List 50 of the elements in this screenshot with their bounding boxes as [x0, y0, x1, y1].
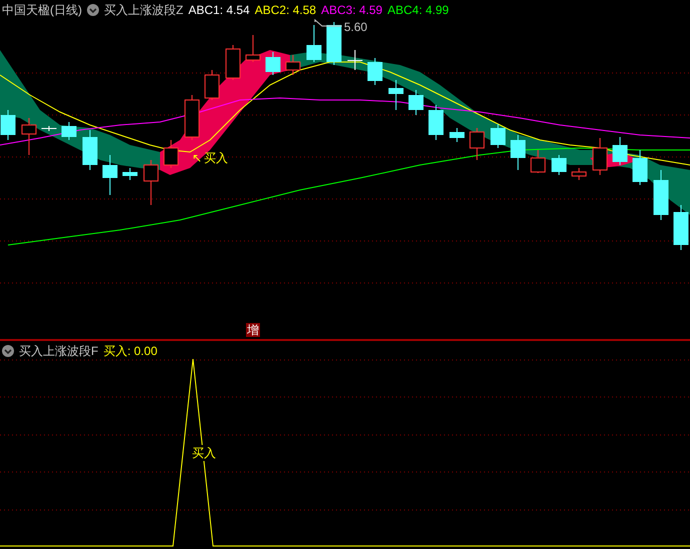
- indicator-value: 买入: 0.00: [103, 343, 158, 359]
- chart-title: 中国天楹(日线): [2, 2, 82, 18]
- candlestick: [428, 104, 444, 140]
- candlestick: [348, 50, 362, 70]
- arrow-icon: ↖: [192, 150, 202, 166]
- candlestick: [632, 150, 648, 186]
- candlestick: [226, 44, 240, 80]
- candlestick: [530, 150, 546, 174]
- indicator-name: 买入上涨波段Z: [104, 2, 184, 18]
- candlestick: [510, 134, 526, 170]
- candlestick: [470, 128, 484, 160]
- candlestick: [306, 24, 322, 62]
- candlestick: [654, 170, 668, 220]
- candlestick: [674, 204, 688, 250]
- indicator-name: 买入上涨波段F: [19, 343, 98, 359]
- signal-badge: 增: [246, 323, 260, 337]
- candlestick: [490, 124, 506, 148]
- candlestick: [82, 130, 98, 170]
- candlestick: [552, 154, 566, 176]
- candlestick: [266, 52, 280, 76]
- candlestick: [22, 118, 36, 156]
- indicator-value: ABC3: 4.59: [321, 2, 382, 18]
- candlestick: [612, 136, 628, 166]
- candlestick: [592, 138, 608, 176]
- candlestick: [572, 168, 586, 180]
- collapse-icon[interactable]: [2, 345, 14, 357]
- candlestick: [102, 154, 118, 196]
- candlestick: [122, 168, 138, 180]
- candlestick: [204, 70, 220, 100]
- candlestick: [144, 160, 158, 206]
- candlestick: [42, 126, 56, 132]
- candlestick: [164, 140, 178, 168]
- candlestick: [388, 80, 404, 110]
- indicator-value: ABC1: 4.54: [188, 2, 250, 18]
- candlestick: [326, 22, 342, 66]
- collapse-icon[interactable]: [87, 4, 99, 16]
- candlestick: [0, 110, 16, 140]
- indicator-value: ABC2: 4.58: [254, 2, 316, 18]
- price-label: 5.60: [344, 19, 368, 35]
- candlestick: [286, 54, 300, 76]
- candlestick: [450, 128, 464, 142]
- indicator-value: ABC4: 4.99: [387, 2, 449, 18]
- signal-label: 买入: [204, 150, 228, 166]
- signal-label: 买入: [192, 445, 216, 461]
- candlestick: [368, 58, 382, 86]
- leader-line: [314, 18, 342, 26]
- candlestick: [408, 90, 424, 116]
- candlestick: [62, 122, 76, 140]
- candlestick: [246, 34, 260, 62]
- candlestick: [184, 94, 200, 140]
